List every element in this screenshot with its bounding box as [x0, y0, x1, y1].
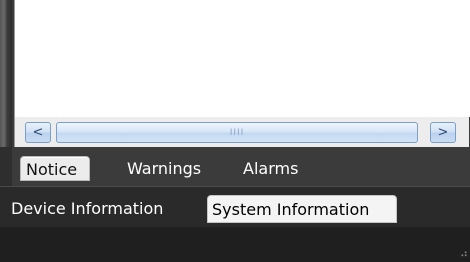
message-panel: < IIII >: [0, 0, 470, 147]
scroll-thumb[interactable]: IIII: [56, 122, 418, 143]
info-tab-strip: Device Information System Information: [0, 186, 470, 228]
status-bar: ⠴: [0, 227, 470, 262]
application-window: < IIII > Notice Warnings Alarms Device I…: [0, 0, 470, 262]
chevron-right-icon: >: [437, 125, 449, 140]
scroll-right-button[interactable]: >: [430, 122, 456, 143]
message-tab-strip: Notice Warnings Alarms: [12, 147, 470, 186]
resize-grip-icon[interactable]: ⠴: [460, 248, 468, 259]
chevron-left-icon: <: [32, 125, 44, 140]
tab-alarms[interactable]: Alarms: [238, 156, 303, 181]
message-list-area[interactable]: [14, 0, 470, 117]
tab-warnings[interactable]: Warnings: [122, 156, 206, 181]
thumb-grip-icon: IIII: [229, 127, 245, 138]
scroll-left-button[interactable]: <: [25, 122, 51, 143]
horizontal-scrollbar[interactable]: < IIII >: [14, 117, 469, 147]
tab-system-information[interactable]: System Information: [207, 195, 397, 223]
tab-notice[interactable]: Notice: [20, 156, 90, 181]
tab-device-information[interactable]: Device Information: [7, 195, 167, 223]
panel-left-edge: [0, 0, 12, 147]
